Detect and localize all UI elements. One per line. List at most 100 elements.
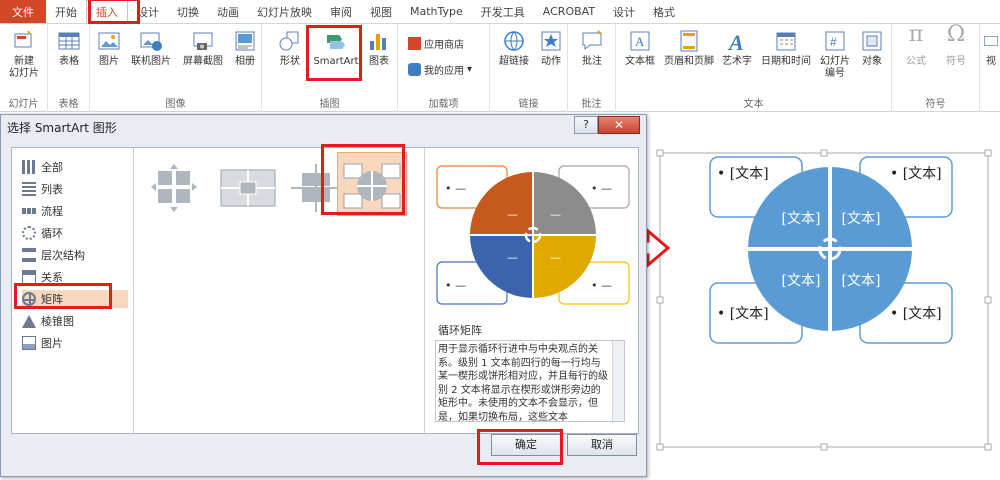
group-label-tables: 表格 bbox=[58, 99, 79, 110]
calendar-icon bbox=[776, 32, 796, 51]
category-list-item[interactable]: 列表 bbox=[22, 180, 128, 198]
slide-bullet-top-right[interactable]: • [文本] bbox=[890, 163, 942, 183]
group-label-slides: 幻灯片 bbox=[8, 99, 39, 110]
picture-icon bbox=[22, 336, 36, 350]
preview-title: 循环矩阵 bbox=[438, 324, 482, 337]
table-button[interactable]: 表格 bbox=[52, 29, 86, 68]
my-apps-button[interactable]: 我的应用 ▾ bbox=[408, 62, 472, 77]
wordart-icon: A bbox=[727, 30, 744, 53]
comment-button[interactable]: 批注 bbox=[576, 29, 608, 68]
group-addins: 应用商店 我的应用 ▾ 加载项 bbox=[398, 24, 490, 112]
category-all[interactable]: 全部 bbox=[22, 158, 128, 176]
store-icon bbox=[408, 37, 421, 50]
tab-acrobat[interactable]: ACROBAT bbox=[534, 0, 604, 23]
quadrant-text-3[interactable]: [文本] bbox=[776, 270, 826, 290]
smartart-highlight bbox=[306, 25, 362, 81]
group-label-symbols: 符号 bbox=[925, 99, 946, 110]
preview-quadrant-4: — bbox=[550, 251, 561, 264]
preview-pane: • — • — • — • — — — — — 循环矩阵 用于显示循环行进中与中… bbox=[424, 148, 639, 433]
slide-number-button[interactable]: # 幻灯片 编号 bbox=[816, 29, 854, 80]
slide-bullet-bottom-right[interactable]: • [文本] bbox=[890, 303, 942, 323]
tab-smartart-format[interactable]: 格式 bbox=[644, 0, 684, 23]
symbol-button[interactable]: Ω 符号 bbox=[938, 22, 974, 68]
dialog-title: 选择 SmartArt 图形 bbox=[7, 121, 117, 135]
datetime-button[interactable]: 日期和时间 bbox=[758, 29, 814, 68]
tab-smartart-design[interactable]: 设计 bbox=[604, 0, 644, 23]
ribbon: 新建 幻灯片 幻灯片 表格 表格 图片 联机图片 屏幕截图 相册 图像 形状 Sm… bbox=[0, 24, 1000, 112]
tab-animations[interactable]: 动画 bbox=[208, 0, 248, 23]
group-slides: 新建 幻灯片 幻灯片 bbox=[0, 24, 48, 112]
group-label-illustrations: 插图 bbox=[319, 99, 340, 110]
svg-text:A: A bbox=[635, 34, 645, 49]
cancel-button[interactable]: 取消 bbox=[567, 434, 637, 456]
wordart-button[interactable]: A 艺术字 bbox=[718, 29, 756, 68]
pi-icon: π bbox=[908, 22, 924, 47]
group-images: 图片 联机图片 屏幕截图 相册 图像 bbox=[90, 24, 262, 112]
category-picture[interactable]: 图片 bbox=[22, 334, 128, 352]
group-text: A 文本框 页眉和页脚 A 艺术字 日期和时间 # 幻灯片 编号 对象 文本 bbox=[616, 24, 892, 112]
new-slide-button[interactable]: 新建 幻灯片 bbox=[2, 29, 46, 80]
group-label-comments: 批注 bbox=[581, 99, 602, 110]
online-picture-button[interactable]: 联机图片 bbox=[126, 29, 176, 68]
list-icon bbox=[22, 182, 36, 196]
slide-number-icon: # bbox=[825, 31, 845, 51]
matrix-category-highlight bbox=[14, 283, 112, 309]
preview-bullet-bl: • — bbox=[445, 279, 466, 292]
tab-file[interactable]: 文件 bbox=[0, 0, 46, 23]
header-footer-button[interactable]: 页眉和页脚 bbox=[662, 29, 716, 68]
cycle-icon bbox=[22, 226, 36, 240]
process-icon bbox=[22, 208, 36, 214]
help-button[interactable]: ? bbox=[574, 116, 598, 134]
object-icon bbox=[862, 31, 882, 51]
chevron-down-icon: ▾ bbox=[467, 64, 473, 75]
picture-button[interactable]: 图片 bbox=[94, 29, 124, 68]
preview-bullet-tl: • — bbox=[445, 182, 466, 195]
object-button[interactable]: 对象 bbox=[856, 29, 888, 68]
chart-button[interactable]: 图表 bbox=[364, 29, 394, 68]
tab-view[interactable]: 视图 bbox=[361, 0, 401, 23]
close-button[interactable]: ✕ bbox=[598, 116, 640, 134]
category-hierarchy[interactable]: 层次结构 bbox=[22, 246, 128, 264]
album-button[interactable]: 相册 bbox=[230, 29, 260, 68]
omega-icon: Ω bbox=[946, 22, 966, 47]
result-smartart[interactable] bbox=[648, 114, 1000, 480]
group-label-addins: 加载项 bbox=[428, 99, 459, 110]
tab-home[interactable]: 开始 bbox=[46, 0, 86, 23]
description-scrollbar[interactable] bbox=[612, 341, 624, 421]
category-cycle[interactable]: 循环 bbox=[22, 224, 128, 242]
tab-mathtype[interactable]: MathType bbox=[401, 0, 472, 23]
svg-text:#: # bbox=[830, 35, 837, 49]
textbox-icon: A bbox=[630, 31, 650, 51]
preview-quadrant-3: — bbox=[507, 251, 518, 264]
quadrant-text-1[interactable]: [文本] bbox=[776, 208, 826, 228]
comment-icon bbox=[582, 30, 602, 51]
textbox-button[interactable]: A 文本框 bbox=[620, 29, 660, 68]
shapes-button[interactable]: 形状 bbox=[272, 29, 308, 68]
layout-thumb-titled-matrix[interactable] bbox=[217, 162, 279, 214]
video-icon bbox=[984, 36, 998, 46]
screenshot-button[interactable]: 屏幕截图 bbox=[178, 29, 228, 68]
slide-bullet-bottom-left[interactable]: • [文本] bbox=[717, 303, 769, 323]
ok-button-highlight bbox=[477, 429, 563, 465]
preview-bullet-br: • — bbox=[591, 279, 612, 292]
video-button[interactable]: 视 bbox=[982, 29, 1000, 68]
equation-button[interactable]: π 公式 bbox=[898, 22, 934, 68]
pyramid-icon bbox=[22, 314, 36, 328]
tab-developer[interactable]: 开发工具 bbox=[472, 0, 534, 23]
hierarchy-icon bbox=[22, 248, 36, 262]
quadrant-text-4[interactable]: [文本] bbox=[836, 270, 886, 290]
app-store-button[interactable]: 应用商店 bbox=[408, 36, 464, 51]
category-pyramid[interactable]: 棱锥图 bbox=[22, 312, 128, 330]
action-button[interactable]: 动作 bbox=[536, 29, 566, 68]
hyperlink-button[interactable]: 超链接 bbox=[494, 29, 534, 68]
slide-bullet-top-left[interactable]: • [文本] bbox=[717, 163, 769, 183]
group-symbols: π 公式 Ω 符号 符号 bbox=[892, 24, 980, 112]
tab-review[interactable]: 审阅 bbox=[321, 0, 361, 23]
album-icon bbox=[235, 31, 255, 51]
tab-transitions[interactable]: 切换 bbox=[168, 0, 208, 23]
svg-text:A: A bbox=[727, 30, 744, 53]
category-process[interactable]: 流程 bbox=[22, 202, 128, 220]
layout-thumb-basic-matrix[interactable] bbox=[143, 162, 205, 214]
tab-slideshow[interactable]: 幻灯片放映 bbox=[248, 0, 321, 23]
quadrant-text-2[interactable]: [文本] bbox=[836, 208, 886, 228]
